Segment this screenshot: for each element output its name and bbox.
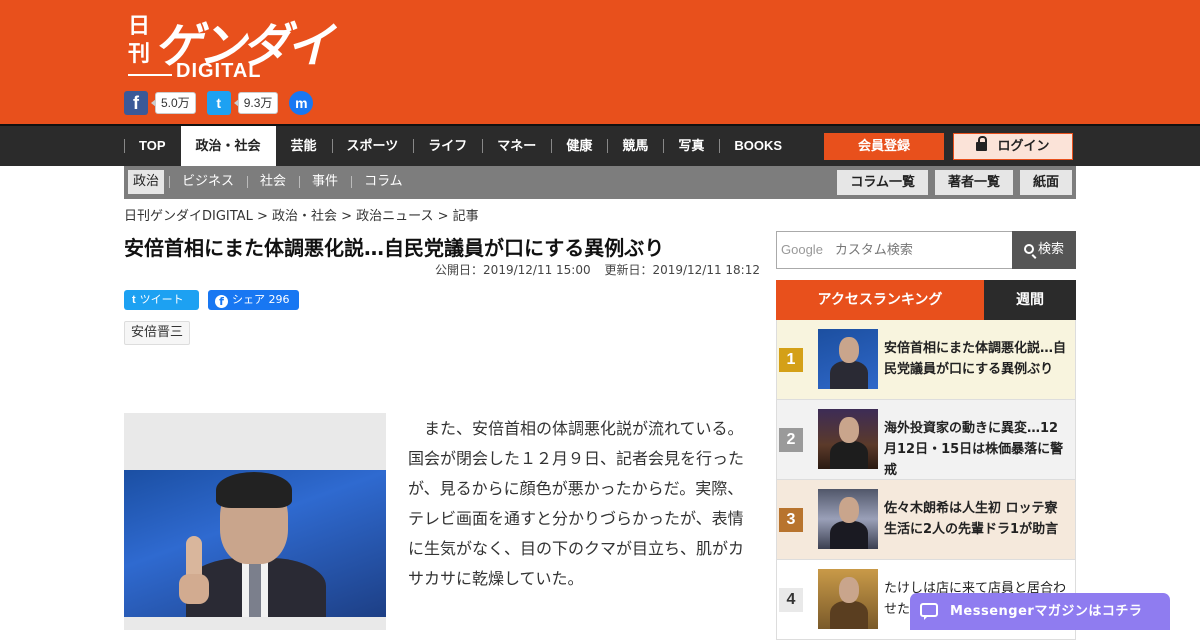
nav-item-money[interactable]: マネー	[482, 126, 551, 166]
published-date: 公開日：2019/12/11 15:00	[435, 263, 591, 277]
search-input[interactable]: Google カスタム検索	[776, 231, 1013, 269]
nav-item-photo[interactable]: 写真	[663, 126, 719, 166]
rank-thumbnail	[818, 489, 878, 549]
search-placeholder: カスタム検索	[834, 243, 913, 258]
social-counters: f 5.0万 t 9.3万 m	[124, 91, 314, 115]
rank-number: 4	[779, 588, 803, 612]
nav-item-entertainment[interactable]: 芸能	[276, 126, 332, 166]
rank-number: 2	[779, 428, 803, 452]
nav-item-books[interactable]: BOOKS	[719, 126, 797, 166]
column-list-button[interactable]: コラム一覧	[837, 170, 928, 195]
author-list-button[interactable]: 著者一覧	[934, 170, 1013, 195]
subnav-item-column[interactable]: コラム	[356, 170, 411, 194]
twitter-count: 9.3万	[233, 92, 279, 114]
article-dates: 公開日：2019/12/11 15:00 更新日：2019/12/11 18:1…	[425, 261, 760, 278]
messenger-bubble-icon	[920, 603, 938, 620]
facebook-icon[interactable]: f	[124, 91, 148, 115]
rank-title: 安倍首相にまた体調悪化説…自民党議員が口にする異例ぶり	[884, 341, 1067, 377]
ranking-item[interactable]: 2 海外投資家の動きに異変…12月12日・15日は株価暴落に警戒	[776, 400, 1076, 480]
main-nav: TOP 政治・社会 芸能 スポーツ ライフ マネー 健康 競馬 写真 BOOKS…	[0, 124, 1200, 166]
nav-item-politics[interactable]: 政治・社会	[180, 126, 276, 166]
paper-button[interactable]: 紙面	[1019, 170, 1072, 195]
messenger-bar-label: Messengerマガジンはコチラ	[950, 604, 1143, 619]
facebook-count: 5.0万	[151, 92, 196, 114]
rank-title: 海外投資家の動きに異変…12月12日・15日は株価暴落に警戒	[884, 421, 1064, 478]
rank-number: 1	[779, 348, 803, 372]
logo-nikkan: 日刊	[128, 13, 151, 67]
ranking-item[interactable]: 1 安倍首相にまた体調悪化説…自民党議員が口にする異例ぶり	[776, 320, 1076, 400]
tab-weekly[interactable]: 週間	[984, 280, 1076, 320]
ranking-list: 1 安倍首相にまた体調悪化説…自民党議員が口にする異例ぶり 2 海外投資家の動き…	[776, 320, 1076, 640]
subnav-item-politics[interactable]: 政治	[128, 170, 171, 194]
site-header: 日刊 ゲンダイ DIGITAL f 5.0万 t 9.3万 m	[0, 0, 1200, 124]
sub-nav-items: 政治 ビジネス 社会 事件 コラム	[128, 170, 421, 194]
article-title: 安倍首相にまた体調悪化説…自民党議員が口にする異例ぶり	[124, 236, 665, 260]
nav-item-keiba[interactable]: 競馬	[607, 126, 663, 166]
messenger-icon[interactable]: m	[289, 91, 314, 115]
twitter-icon[interactable]: t	[206, 91, 231, 115]
main-nav-items: TOP 政治・社会 芸能 スポーツ ライフ マネー 健康 競馬 写真 BOOKS	[124, 126, 797, 166]
site-logo[interactable]: 日刊 ゲンダイ DIGITAL	[124, 8, 334, 84]
logo-digital: DIGITAL	[128, 60, 262, 82]
subnav-item-society[interactable]: 社会	[252, 170, 301, 194]
article-tag[interactable]: 安倍晋三	[124, 321, 191, 345]
google-label: Google	[781, 242, 823, 257]
rank-thumbnail	[818, 569, 878, 629]
updated-date: 更新日：2019/12/11 18:12	[604, 263, 760, 277]
subnav-item-incidents[interactable]: 事件	[304, 170, 353, 194]
nav-item-health[interactable]: 健康	[551, 126, 607, 166]
article-body: また、安倍首相の体調悪化説が流れている。国会が閉会した１２月９日、記者会見を行っ…	[408, 419, 745, 588]
sub-nav-buttons: コラム一覧 著者一覧 紙面	[830, 170, 1072, 195]
messenger-magazine-button[interactable]: Messengerマガジンはコチラ	[910, 593, 1170, 630]
rank-thumbnail	[818, 329, 878, 389]
twitter-bird-icon: t	[132, 294, 136, 306]
sub-nav: 政治 ビジネス 社会 事件 コラム コラム一覧 著者一覧 紙面	[124, 166, 1076, 199]
facebook-share-button[interactable]: f シェア 296	[208, 290, 299, 310]
nav-item-life[interactable]: ライフ	[413, 126, 482, 166]
search-button-label: 検索	[1037, 242, 1064, 257]
nav-item-sports[interactable]: スポーツ	[331, 126, 414, 166]
login-button[interactable]: ログイン	[953, 133, 1073, 160]
tweet-button[interactable]: t ツイート	[124, 290, 199, 310]
login-label: ログイン	[997, 139, 1050, 154]
ranking-item[interactable]: 3 佐々木朗希は人生初 ロッテ寮生活に2人の先輩ドラ1が助言	[776, 480, 1076, 560]
article-photo-box	[124, 413, 386, 630]
rank-title: 佐々木朗希は人生初 ロッテ寮生活に2人の先輩ドラ1が助言	[884, 501, 1059, 537]
breadcrumb[interactable]: 日刊ゲンダイDIGITAL > 政治・社会 > 政治ニュース > 記事	[124, 205, 479, 224]
rank-thumbnail	[818, 409, 878, 469]
nav-item-top[interactable]: TOP	[124, 126, 181, 166]
register-button[interactable]: 会員登録	[824, 133, 944, 160]
ranking-tabs: アクセスランキング 週間	[776, 280, 1076, 320]
rank-number: 3	[779, 508, 803, 532]
share-label: シェア 296	[232, 293, 290, 306]
search-button[interactable]: 検索	[1012, 231, 1076, 269]
facebook-mini-icon: f	[215, 295, 228, 308]
lock-icon	[976, 136, 988, 151]
search-icon	[1023, 244, 1034, 254]
tweet-label: ツイート	[139, 293, 184, 306]
article-photo[interactable]	[124, 470, 386, 617]
site-search: Google カスタム検索 検索	[776, 231, 1076, 269]
subnav-item-business[interactable]: ビジネス	[174, 170, 249, 194]
tab-access-ranking[interactable]: アクセスランキング	[776, 280, 984, 320]
